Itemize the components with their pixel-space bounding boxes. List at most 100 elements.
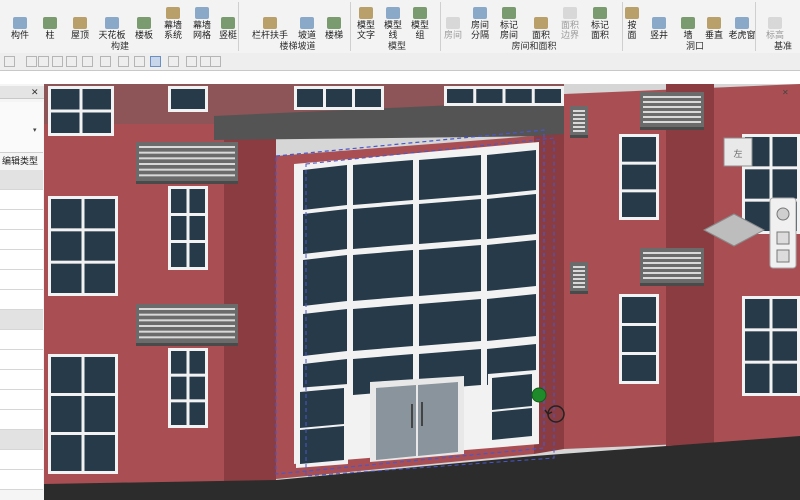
ribbon-button-label: 模型 文字 xyxy=(356,20,375,40)
ribbon-button-2[interactable]: 屋顶 xyxy=(66,0,94,40)
ribbon-button-13[interactable]: 模型 组 xyxy=(407,0,433,40)
ribbon-button-21[interactable]: 竖井 xyxy=(646,0,672,40)
property-row[interactable] xyxy=(0,350,43,370)
ribbon-button-25[interactable]: 标高 xyxy=(762,0,788,40)
ribbon-button-19[interactable]: 标记 面积 xyxy=(587,0,613,40)
ribbon-button-label: 标记 面积 xyxy=(590,20,609,40)
ribbon-button-1[interactable]: 柱 xyxy=(39,0,61,40)
ribbon-button-9[interactable]: 坡道 xyxy=(295,0,319,40)
properties-list xyxy=(0,170,43,500)
curtain-wall-panel xyxy=(419,155,481,200)
quick-access-tool-icon[interactable] xyxy=(66,56,77,67)
curtain-wall-panel xyxy=(303,255,347,306)
ribbon-group-separator xyxy=(440,2,441,51)
ac-balcony-1f-rail xyxy=(139,330,235,333)
right-ac-balcony-2f-rail xyxy=(643,252,701,254)
side-ac-balcony-top-rail xyxy=(573,122,585,124)
ribbon-group-label: 基准 xyxy=(773,41,792,51)
ribbon-button-label: 模型 组 xyxy=(410,20,429,40)
left-window-2f-pane xyxy=(51,231,82,261)
left-narrow-window-1f-pane xyxy=(171,376,187,400)
curtain-wall-panel xyxy=(419,299,481,346)
curtain-wall-panel xyxy=(303,165,347,210)
quick-access-tool-icon[interactable] xyxy=(186,56,197,67)
edit-type-button[interactable]: 编辑类型 xyxy=(2,155,38,167)
ribbon-tool-icon xyxy=(563,7,577,19)
ribbon-button-5[interactable]: 幕墙 系统 xyxy=(159,0,187,40)
property-row[interactable] xyxy=(0,370,43,390)
ribbon-button-23[interactable]: 垂直 xyxy=(702,0,726,40)
ribbon-button-12[interactable]: 模型 线 xyxy=(380,0,406,40)
property-row[interactable] xyxy=(0,410,43,430)
ac-balcony-2f-rail xyxy=(139,151,235,154)
quick-access-tool-icon[interactable] xyxy=(150,56,161,67)
ribbon-tool-icon xyxy=(386,7,400,19)
properties-close-icon[interactable]: ✕ xyxy=(31,86,39,98)
ribbon-button-8[interactable]: 栏杆扶手 xyxy=(250,0,290,40)
ribbon-tool-icon xyxy=(105,17,119,29)
ribbon-button-label: 面积 xyxy=(531,30,550,40)
ribbon-button-0[interactable]: 构件 xyxy=(5,0,35,40)
property-row[interactable] xyxy=(0,230,43,250)
property-row[interactable] xyxy=(0,170,43,190)
side-ac-balcony-top-rail xyxy=(573,130,585,132)
left-window-2f-pane xyxy=(84,231,115,261)
ribbon-button-10[interactable]: 楼梯 xyxy=(321,0,347,40)
ribbon-button-18[interactable]: 面积 边界 xyxy=(557,0,583,40)
ribbon-button-4[interactable]: 楼板 xyxy=(131,0,157,40)
left-narrow-window-2f-pane xyxy=(189,243,205,267)
quick-access-tool-icon[interactable] xyxy=(100,56,111,67)
ribbon: 构件 柱 屋顶 天花板 楼板 幕墙 系统 幕墙 网格 竖梃 栏杆扶手 坡道 楼梯 模型 文字 模型 线模… xyxy=(0,0,800,54)
property-row[interactable] xyxy=(0,190,43,210)
property-row[interactable] xyxy=(0,470,43,490)
left-window-2f-pane xyxy=(84,263,115,293)
quick-access-tool-icon[interactable] xyxy=(38,56,49,67)
quick-access-tool-icon[interactable] xyxy=(168,56,179,67)
property-row[interactable] xyxy=(0,290,43,310)
ribbon-tool-icon xyxy=(768,17,782,29)
3d-view-viewport[interactable]: 左 ✕ xyxy=(44,84,800,500)
ribbon-tool-icon xyxy=(43,17,57,29)
ribbon-group-label: 洞口 xyxy=(685,41,704,51)
ribbon-button-16[interactable]: 标记 房间 xyxy=(495,0,523,40)
property-row[interactable] xyxy=(0,330,43,350)
quick-access-tool-icon[interactable] xyxy=(210,56,221,67)
ribbon-button-3[interactable]: 天花板 xyxy=(95,0,129,40)
quick-access-tool-icon[interactable] xyxy=(26,56,37,67)
property-row[interactable] xyxy=(0,270,43,290)
property-row[interactable] xyxy=(0,210,43,230)
quick-access-tool-icon[interactable] xyxy=(82,56,93,67)
ribbon-button-22[interactable]: 墙 xyxy=(677,0,699,40)
property-row[interactable] xyxy=(0,390,43,410)
ribbon-button-11[interactable]: 模型 文字 xyxy=(353,0,379,40)
ribbon-button-20[interactable]: 按 面 xyxy=(621,0,643,40)
property-row[interactable] xyxy=(0,310,43,330)
view-close-icon[interactable]: ✕ xyxy=(782,88,789,97)
ribbon-button-label: 天花板 xyxy=(98,30,126,40)
top-window-right-pane xyxy=(505,89,532,103)
property-row[interactable] xyxy=(0,450,43,470)
property-row[interactable] xyxy=(0,430,43,450)
ribbon-tool-icon xyxy=(221,17,235,29)
ribbon-button-24[interactable]: 老虎窗 xyxy=(727,0,757,40)
curtain-wall-panel xyxy=(353,250,413,301)
ribbon-button-label: 标高 xyxy=(765,30,784,40)
ribbon-button-14[interactable]: 房间 xyxy=(441,0,465,40)
ribbon-button-label: 模型 线 xyxy=(383,20,402,40)
ribbon-button-17[interactable]: 面积 xyxy=(529,0,553,40)
top-window-left-pane xyxy=(82,112,111,133)
green-grip-handle[interactable] xyxy=(531,387,547,403)
ac-balcony-2f-slab xyxy=(136,181,238,184)
ribbon-button-label: 墙 xyxy=(683,30,693,40)
property-row[interactable] xyxy=(0,250,43,270)
ribbon-button-15[interactable]: 房间 分隔 xyxy=(466,0,494,40)
quick-access-tool-icon[interactable] xyxy=(4,56,15,67)
quick-access-tool-icon[interactable] xyxy=(52,56,63,67)
quick-access-tool-icon[interactable] xyxy=(118,56,129,67)
quick-access-tool-icon[interactable] xyxy=(134,56,145,67)
right-ac-balcony-3f-rail xyxy=(643,101,701,103)
ribbon-group-label: 房间和面积 xyxy=(511,41,557,51)
right-window-2f-pane xyxy=(622,297,656,323)
type-dropdown-icon[interactable]: ▾ xyxy=(33,126,37,134)
ribbon-button-6[interactable]: 幕墙 网格 xyxy=(188,0,216,40)
